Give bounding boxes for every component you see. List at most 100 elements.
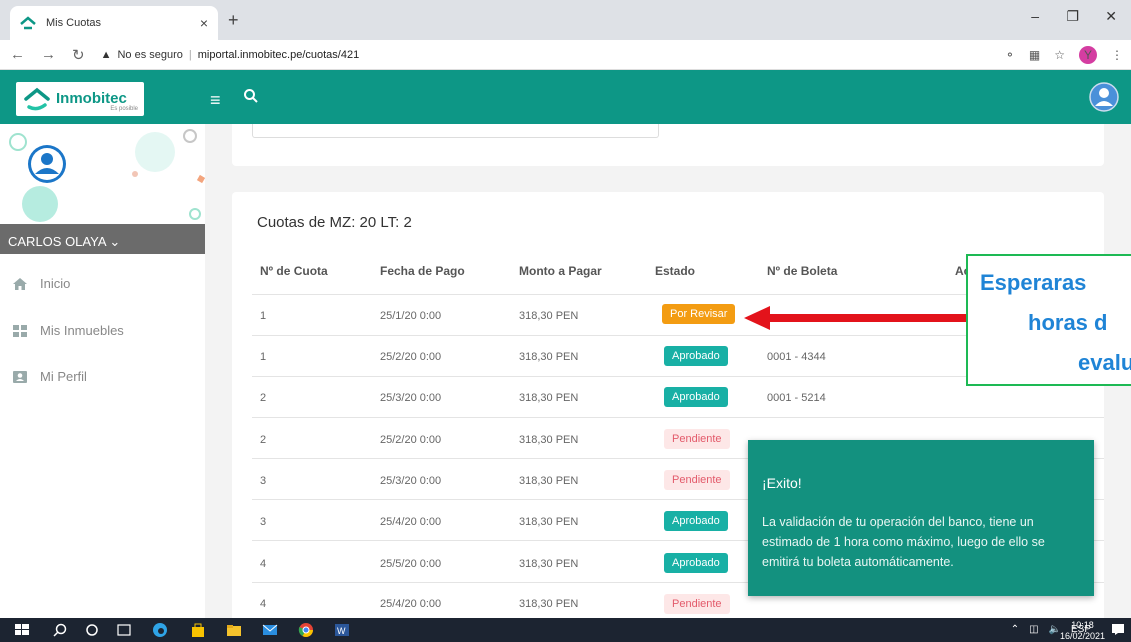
callout-line-3: evalu: [1078, 350, 1131, 375]
cortana-icon[interactable]: [84, 622, 100, 638]
row-divider: [252, 417, 1104, 418]
top-card: [232, 124, 1104, 166]
user-menu-toggle[interactable]: CARLOS OLAYA ⌄: [0, 224, 205, 254]
sidebar: CARLOS OLAYA ⌄ Inicio Mis Inmuebles Mi P…: [0, 124, 205, 618]
clock[interactable]: 10:18 16/02/2021: [1060, 620, 1105, 642]
browser-tab[interactable]: Mis Cuotas ×: [10, 6, 218, 40]
cell-cuota: 4: [260, 558, 267, 570]
key-icon[interactable]: ⚬: [1005, 48, 1015, 62]
forward-arrow-icon[interactable]: →: [41, 46, 56, 63]
toast-title: ¡Exito!: [762, 475, 802, 491]
restore-icon[interactable]: ❐: [1066, 8, 1079, 25]
cell-monto: 318,30 PEN: [519, 434, 579, 446]
cell-boleta: 0001 - 5214: [767, 392, 826, 404]
cell-monto: 318,30 PEN: [519, 392, 579, 404]
cell-fecha: 25/3/20 0:00: [380, 475, 442, 487]
cell-cuota: 4: [260, 598, 267, 610]
cell-cuota: 1: [260, 310, 267, 322]
success-toast[interactable]: ¡Exito! La validación de tu operación de…: [748, 440, 1094, 596]
cell-cuota: 3: [260, 516, 267, 528]
chrome-icon[interactable]: [298, 622, 314, 638]
new-tab-button[interactable]: +: [228, 10, 239, 31]
input-box[interactable]: [252, 124, 659, 138]
status-badge: Aprobado: [664, 553, 728, 573]
user-name: CARLOS OLAYA: [8, 234, 106, 249]
tab-title: Mis Cuotas: [46, 17, 102, 29]
address-bar: ← → ↻ ▲ No es seguro | miportal.inmobite…: [0, 40, 1131, 70]
cell-monto: 318,30 PEN: [519, 310, 579, 322]
security-label[interactable]: No es seguro: [117, 49, 182, 61]
task-view-icon[interactable]: [116, 622, 132, 638]
chevron-up-icon[interactable]: ⌃: [1011, 624, 1019, 635]
warning-icon[interactable]: ▲: [101, 49, 112, 61]
clock-time: 10:18: [1071, 620, 1094, 630]
mail-icon[interactable]: [262, 622, 278, 638]
store-icon[interactable]: [190, 622, 206, 638]
cell-monto: 318,30 PEN: [519, 475, 579, 487]
inmobitec-favicon-icon: [20, 16, 36, 30]
cell-fecha: 25/4/20 0:00: [380, 516, 442, 528]
star-icon[interactable]: ☆: [1054, 48, 1065, 62]
url-field[interactable]: miportal.inmobitec.pe/cuotas/421: [198, 49, 359, 61]
column-header-estado: Estado: [655, 264, 696, 278]
windows-start-icon[interactable]: [14, 622, 30, 638]
sidebar-item-mi-perfil[interactable]: Mi Perfil: [12, 369, 87, 384]
network-icon[interactable]: ◫: [1029, 624, 1038, 635]
app-header: Inmobitec Es posible ≡: [0, 70, 1131, 124]
clock-date: 16/02/2021: [1059, 631, 1105, 641]
browser-menu-icon[interactable]: ⋮: [1111, 48, 1123, 62]
cell-fecha: 25/5/20 0:00: [380, 558, 442, 570]
sidebar-item-label: Inicio: [40, 276, 71, 291]
toast-message: La validación de tu operación del banco,…: [762, 515, 1045, 569]
cell-cuota: 2: [260, 434, 267, 446]
cell-monto: 318,30 PEN: [519, 558, 579, 570]
profile-avatar[interactable]: Y: [1079, 46, 1097, 64]
status-badge: Pendiente: [664, 429, 730, 449]
reload-icon[interactable]: ↻: [72, 46, 85, 64]
profile-card-icon: [13, 370, 27, 383]
hamburger-menu-icon[interactable]: ≡: [210, 90, 221, 111]
logo[interactable]: Inmobitec Es posible: [16, 82, 144, 116]
cell-fecha: 25/2/20 0:00: [380, 351, 442, 363]
callout-line-2: horas d: [1028, 310, 1108, 335]
cell-cuota: 1: [260, 351, 267, 363]
cell-fecha: 25/3/20 0:00: [380, 392, 442, 404]
sidebar-item-label: Mi Perfil: [40, 369, 87, 384]
window-close-icon[interactable]: ✕: [1105, 8, 1117, 25]
tab-close-icon[interactable]: ×: [200, 15, 208, 31]
logo-text: Inmobitec: [56, 90, 127, 107]
url-divider: |: [188, 48, 192, 61]
sidebar-item-inicio[interactable]: Inicio: [12, 276, 70, 291]
grid-icon: [13, 324, 27, 337]
back-arrow-icon[interactable]: ←: [10, 46, 25, 63]
column-header-fecha: Fecha de Pago: [380, 264, 465, 278]
logo-house-icon: [24, 87, 50, 111]
column-header-monto: Monto a Pagar: [519, 264, 602, 278]
minimize-icon[interactable]: –: [1031, 8, 1039, 24]
cell-monto: 318,30 PEN: [519, 351, 579, 363]
edge-icon[interactable]: [152, 622, 168, 638]
status-badge: Pendiente: [664, 470, 730, 490]
translate-icon[interactable]: ▦: [1029, 48, 1040, 62]
user-account-icon[interactable]: [1089, 82, 1119, 112]
column-header-cuota: Nº de Cuota: [260, 264, 328, 278]
word-icon[interactable]: W: [334, 622, 350, 638]
svg-text:W: W: [337, 626, 346, 636]
status-badge: Aprobado: [664, 511, 728, 531]
sidebar-item-mis-inmuebles[interactable]: Mis Inmuebles: [12, 323, 124, 338]
cell-fecha: 25/4/20 0:00: [380, 598, 442, 610]
logo-tagline: Es posible: [110, 106, 138, 112]
callout-line-1: Esperaras: [980, 270, 1087, 295]
search-icon[interactable]: [243, 88, 259, 104]
address-bar-actions: ⚬ ▦ ☆ Y ⋮: [1005, 46, 1123, 64]
cell-cuota: 3: [260, 475, 267, 487]
chevron-down-icon: ⌄: [109, 234, 121, 249]
status-badge: Aprobado: [664, 346, 728, 366]
cell-fecha: 25/1/20 0:00: [380, 310, 442, 322]
column-header-boleta: Nº de Boleta: [767, 264, 838, 278]
annotation-callout: Esperaras horas d evalu: [966, 254, 1131, 386]
cell-monto: 318,30 PEN: [519, 598, 579, 610]
file-explorer-icon[interactable]: [226, 622, 242, 638]
notification-icon[interactable]: [1111, 622, 1125, 636]
taskbar-search-icon[interactable]: [52, 622, 68, 638]
